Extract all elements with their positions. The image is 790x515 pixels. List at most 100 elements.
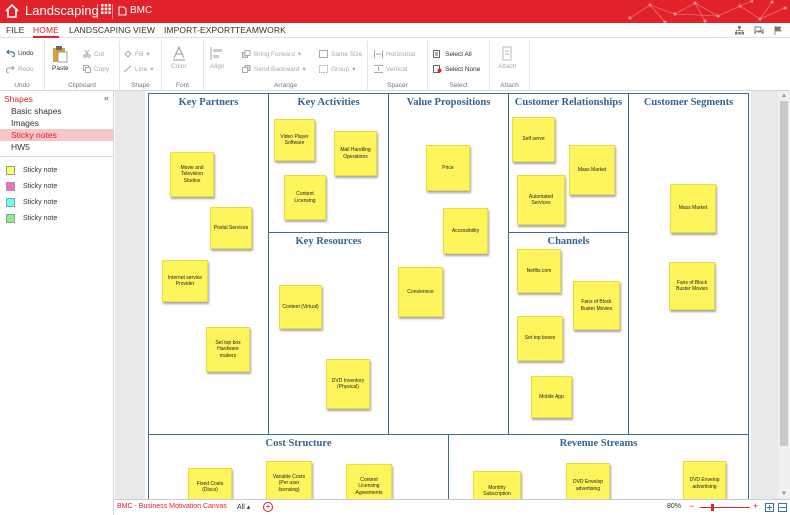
sticky-note[interactable]: DVD Inventory (Physical) [326,359,370,409]
paste-button[interactable]: Paste [52,45,69,72]
undo-group-label: Undo [14,82,30,89]
sticky-note[interactable]: Price [426,145,470,191]
sticky-note[interactable]: Fans of Block Buster Movies [573,281,620,330]
tab-view[interactable]: VIEW [133,25,155,35]
sticky-note[interactable]: Accessibility [443,208,488,254]
fill-button[interactable]: Fill ▾ [124,50,150,58]
sticky-note[interactable]: Automated Services [517,175,565,225]
sticky-note-green-item[interactable]: Sticky note [6,214,57,223]
undo-button[interactable]: Undo [6,49,34,57]
spacer-group: Horizontal Vertical Spacer [368,41,428,91]
sticky-note[interactable]: Monthly Subscription [473,471,521,499]
sticky-note[interactable]: Mass Market [670,184,716,233]
sticky-note[interactable]: Postal Services [210,207,252,249]
redo-button[interactable]: Redo [6,65,34,73]
vertical-scrollbar[interactable]: ▲ ▼ [778,91,790,499]
panel-divider [0,156,113,157]
sticky-note[interactable]: Mail Handling Operations [334,131,377,176]
sticky-note[interactable]: Conviennce [398,267,443,317]
scroll-up-icon[interactable]: ▲ [781,93,787,99]
zoom-slider[interactable] [700,507,750,508]
channels-title: Channels [547,236,590,247]
undo-icon [6,49,15,57]
line-button[interactable]: Line ▾ [124,65,154,73]
sticky-note[interactable]: Fans of Block Buster Movies [669,262,715,310]
select-none-button[interactable]: Select None [433,65,480,73]
sticky-note[interactable]: Content Licensing Agreements [346,464,392,499]
bring-forward-button[interactable]: Bring Forward ▾ [242,50,301,58]
sticky-note[interactable]: Content (Virtual) [279,285,322,329]
category-basic-shapes[interactable]: Basic shapes [0,105,113,117]
zoom-slider-handle[interactable] [711,504,714,511]
menu-bar: FILE HOME LANDSCAPING VIEW IMPORT-EXPORT… [0,23,790,38]
chat-icon[interactable] [754,26,764,35]
document-title: BMC [130,5,153,16]
sticky-note[interactable]: Video Player Software [274,119,315,161]
document-name[interactable]: BMC [118,5,152,16]
category-hw5[interactable]: HW5 [0,141,113,153]
page-filter-dropdown[interactable]: All ▴ [237,503,250,511]
spacer-group-label: Spacer [387,82,408,89]
sticky-note[interactable]: Variable Costs (Per user licensing) [266,461,312,499]
tab-file[interactable]: FILE [6,25,24,35]
category-sticky-notes[interactable]: Sticky notes [0,129,113,141]
zoom-out-icon[interactable]: − [689,501,694,511]
sticky-note[interactable]: Set top boxes [517,316,563,361]
color-button[interactable]: Color [171,46,187,70]
category-images[interactable]: Images [0,117,113,129]
sticky-note[interactable]: Mobile App [531,376,572,418]
horizontal-spacing-button[interactable]: Horizontal [374,50,415,58]
add-page-button[interactable]: + [263,502,273,512]
vertical-spacing-button[interactable]: Vertical [374,65,407,73]
page-tab[interactable]: BMC - Business Motivation Canvas [117,503,227,510]
fit-width-icon[interactable] [778,503,787,512]
same-size-button[interactable]: Same Size [319,50,362,58]
sticky-note-label: Sticky note [23,215,58,222]
bring-forward-label: Bring Forward [254,50,295,58]
sticky-note-yellow-item[interactable]: Sticky note [6,166,57,175]
sticky-note[interactable]: Fixed Costs (Discs) [188,468,232,499]
line-label: Line [135,65,148,73]
send-backward-button[interactable]: Send Backward ▾ [242,65,306,73]
customer-segments-title: Customer Segments [643,97,734,108]
sticky-note[interactable]: Internet service Provider [162,260,208,302]
fit-page-icon[interactable] [765,503,774,512]
app-logo-icon [5,3,19,18]
tab-home[interactable]: HOME [33,25,59,38]
tab-landscaping[interactable]: LANDSCAPING [69,25,131,35]
sticky-note[interactable]: Content Licensing [284,175,326,220]
sticky-note[interactable]: Self serve [512,117,555,162]
scrollbar-thumb[interactable] [780,101,788,446]
tab-import-export[interactable]: IMPORT-EXPORT [164,25,235,35]
pink-swatch-icon [6,182,15,191]
sticky-note[interactable]: DVD Envelop advertising [566,463,610,499]
collapse-panel-icon[interactable]: « [104,93,109,103]
tab-teamwork[interactable]: TEAMWORK [235,25,286,35]
apps-grid-icon[interactable] [97,4,113,19]
scroll-down-icon[interactable]: ▼ [781,491,787,497]
diagram-canvas[interactable]: Key Partners Key Activities Key Resource… [115,91,778,499]
sticky-note[interactable]: Netflix.com [517,249,561,293]
sticky-note[interactable]: DVD Envelop advertising [683,461,726,499]
sticky-note-pink-item[interactable]: Sticky note [6,182,57,191]
align-button[interactable]: Align [210,46,224,70]
color-label: Color [171,63,187,70]
attach-button[interactable]: Attach [498,46,516,70]
key-partners-title: Key Partners [178,97,239,108]
yellow-swatch-icon [6,166,15,175]
sitemap-icon[interactable] [735,26,744,35]
sticky-note[interactable]: Set top box Hardware makers [206,327,250,372]
select-all-button[interactable]: Select All [433,50,472,58]
cyan-swatch-icon [6,198,15,207]
flag-icon[interactable] [774,26,782,35]
group-button[interactable]: Group ▾ [319,65,355,73]
customer-relationships-title: Customer Relationships [514,97,623,108]
copy-icon [83,65,91,73]
cut-button[interactable]: Cut [83,50,104,58]
sticky-note-cyan-item[interactable]: Sticky note [6,198,57,207]
sticky-note[interactable]: Movie and Television Studios [170,152,214,197]
zoom-in-icon[interactable]: + [753,501,758,511]
sticky-note-label: Sticky note [23,183,58,190]
copy-button[interactable]: Copy [83,65,109,73]
sticky-note[interactable]: Mass Market [569,145,615,195]
